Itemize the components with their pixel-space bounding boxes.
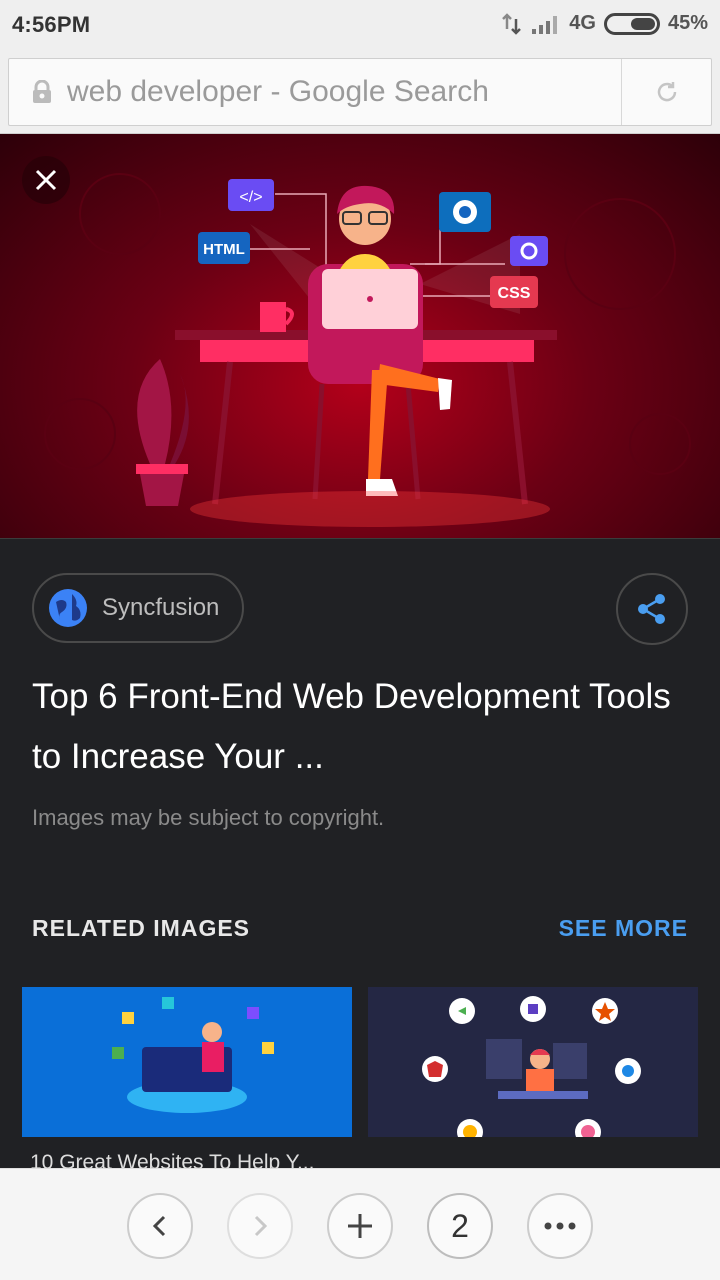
- chevron-right-icon: [254, 1215, 268, 1237]
- tab-switcher-button[interactable]: 2: [427, 1193, 493, 1259]
- related-image-item[interactable]: [368, 987, 698, 1171]
- close-button[interactable]: [22, 156, 70, 204]
- status-indicators: 4G 45%: [501, 12, 708, 35]
- status-time: 4:56PM: [12, 12, 91, 37]
- copyright-note: Images may be subject to copyright.: [32, 805, 385, 830]
- result-image[interactable]: </> HTML CSS: [0, 134, 720, 538]
- tab-count: 2: [451, 1207, 469, 1244]
- result-details-panel: Syncfusion Top 6 Front-End Web Developme…: [0, 538, 720, 1171]
- result-title[interactable]: Top 6 Front-End Web Development Tools to…: [32, 667, 672, 787]
- back-button[interactable]: [127, 1193, 193, 1259]
- css-badge-label: CSS: [498, 285, 531, 302]
- share-icon: [638, 594, 665, 624]
- share-button[interactable]: [616, 573, 688, 645]
- related-image-1-illustration: [112, 997, 274, 1113]
- related-images-heading: RELATED IMAGES: [32, 915, 251, 941]
- related-image-caption: 10 Great Websites To Help Y...: [22, 1137, 352, 1171]
- related-image-item[interactable]: 10 Great Websites To Help Y...: [22, 987, 352, 1171]
- status-bar: 4:56PM 4G 45%: [0, 0, 720, 50]
- reload-button[interactable]: [621, 59, 711, 125]
- signal-icon: [532, 15, 558, 34]
- url-field[interactable]: web developer - Google Search: [8, 58, 712, 126]
- url-text: web developer - Google Search: [67, 75, 489, 108]
- battery-percent: 45%: [667, 12, 708, 34]
- address-bar: web developer - Google Search: [0, 50, 720, 134]
- related-image-caption: [368, 1137, 698, 1171]
- new-tab-button[interactable]: [327, 1193, 393, 1259]
- forward-button[interactable]: [227, 1193, 293, 1259]
- network-type: 4G: [569, 12, 596, 34]
- source-name: Syncfusion: [102, 594, 220, 621]
- plus-icon: [348, 1214, 372, 1238]
- reload-icon: [657, 82, 676, 102]
- more-dots-icon: [544, 1222, 576, 1230]
- related-image-2-illustration: [422, 996, 641, 1145]
- close-icon: [35, 169, 57, 191]
- html-badge-label: HTML: [203, 241, 245, 258]
- source-chip[interactable]: Syncfusion: [32, 573, 244, 643]
- see-more-link[interactable]: SEE MORE: [559, 915, 688, 942]
- battery-icon: [603, 12, 660, 35]
- code-badge-label: </>: [239, 189, 262, 206]
- web-developer-illustration: </> HTML CSS: [44, 173, 691, 527]
- browser-bottom-bar: 2: [0, 1168, 720, 1280]
- menu-button[interactable]: [527, 1193, 593, 1259]
- data-transfer-icon: [502, 12, 522, 35]
- chevron-left-icon: [152, 1215, 166, 1237]
- globe-icon: [49, 589, 87, 627]
- lock-icon: [33, 80, 51, 103]
